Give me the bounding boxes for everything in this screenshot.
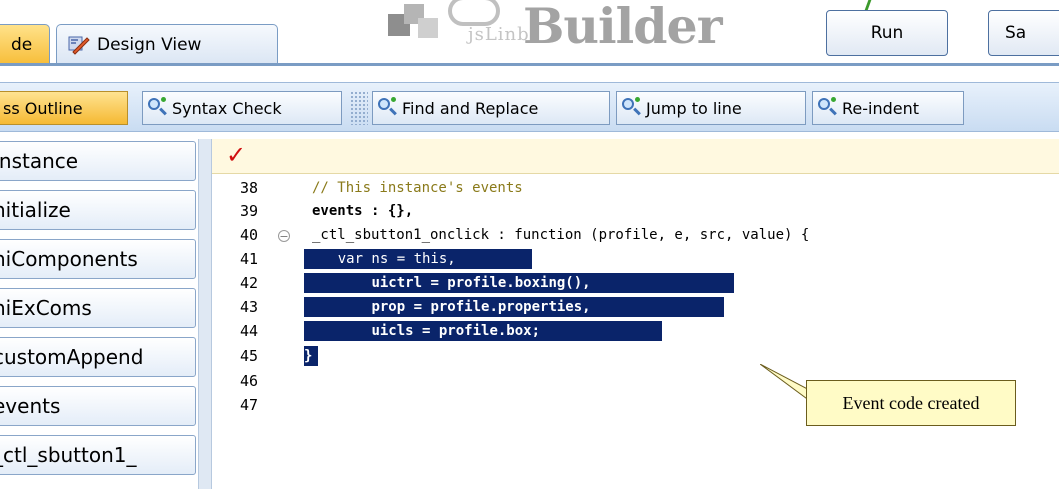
tab-strip-border xyxy=(0,63,1059,66)
code-line-42: uictrl = profile.boxing(), xyxy=(304,273,734,293)
class-outline-button[interactable]: ss Outline xyxy=(0,91,128,125)
outline-item-components[interactable]: niComponents xyxy=(0,239,196,279)
search-icon xyxy=(377,97,399,119)
tab-source-label: de xyxy=(11,34,33,55)
code-line-38: // This instance's events xyxy=(312,180,523,196)
code-line-41: var ns = this, xyxy=(304,249,532,269)
checkmark-icon: ✓ xyxy=(226,141,247,169)
line-number: 40 xyxy=(240,226,259,244)
syntax-status-bar: ✓ xyxy=(212,139,1059,174)
save-button-label: Sa xyxy=(1005,23,1027,43)
panel-splitter[interactable] xyxy=(198,139,212,489)
outline-item-instance[interactable]: Instance xyxy=(0,141,196,181)
syntax-check-label: Syntax Check xyxy=(172,98,282,118)
line-number: 44 xyxy=(240,322,259,340)
jump-to-line-label: Jump to line xyxy=(646,98,742,118)
outline-item-label: Instance xyxy=(0,149,79,173)
outline-item-label: nitialize xyxy=(0,198,71,222)
tab-source-code[interactable]: de xyxy=(0,24,50,64)
re-indent-label: Re-indent xyxy=(842,98,920,118)
callout-note: Event code created xyxy=(806,380,1016,426)
search-icon xyxy=(817,97,839,119)
logo-mark-icon xyxy=(388,0,440,44)
jump-to-line-button[interactable]: Jump to line xyxy=(616,91,806,125)
line-number: 41 xyxy=(240,250,259,268)
editor-toolbar: ss Outline Syntax Check Find and Replace… xyxy=(0,82,1059,132)
logo-big-text: Builder xyxy=(523,0,723,55)
line-number: 42 xyxy=(240,274,259,292)
code-line-40: _ctl_sbutton1_onclick : function (profil… xyxy=(312,227,810,243)
class-outline-label: ss Outline xyxy=(3,98,83,118)
code-editor[interactable]: ✓ 38 39 40 41 42 43 44 45 46 47 − // Thi… xyxy=(212,139,1059,489)
run-button[interactable]: Run xyxy=(826,10,948,56)
logo-ring-icon xyxy=(448,0,500,26)
line-number: 39 xyxy=(240,202,259,220)
outline-item-events[interactable]: events xyxy=(0,386,196,426)
outline-item-label: _ctl_sbutton1_ xyxy=(0,443,137,467)
code-line-44: uicls = profile.box; xyxy=(304,321,662,341)
outline-item-onclick[interactable]: _ctl_sbutton1_ xyxy=(0,435,196,475)
fold-toggle-icon[interactable]: − xyxy=(278,230,290,242)
line-number: 47 xyxy=(240,396,259,414)
tab-design-label: Design View xyxy=(97,34,202,55)
outline-item-label: niExComs xyxy=(0,296,92,320)
find-replace-button[interactable]: Find and Replace xyxy=(372,91,610,125)
line-number: 38 xyxy=(240,179,259,197)
outline-item-label: customAppend xyxy=(0,345,144,369)
design-view-icon xyxy=(67,34,91,56)
line-number: 46 xyxy=(240,372,259,390)
outline-item-label: niComponents xyxy=(0,247,138,271)
find-replace-label: Find and Replace xyxy=(402,98,539,118)
outline-item-append[interactable]: customAppend xyxy=(0,337,196,377)
outline-item-initialize[interactable]: nitialize xyxy=(0,190,196,230)
run-button-label: Run xyxy=(870,23,904,43)
tab-design-view[interactable]: Design View xyxy=(56,24,278,64)
toolbar-grip[interactable] xyxy=(350,91,368,125)
line-number: 45 xyxy=(240,347,259,365)
class-outline-list: Instance nitialize niComponents niExComs… xyxy=(0,139,198,489)
search-icon xyxy=(621,97,643,119)
callout-text: Event code created xyxy=(842,392,980,413)
logo-small-text: jsLinb xyxy=(468,24,530,45)
syntax-check-button[interactable]: Syntax Check xyxy=(142,91,342,125)
search-icon xyxy=(147,97,169,119)
line-number: 43 xyxy=(240,298,259,316)
re-indent-button[interactable]: Re-indent xyxy=(812,91,964,125)
code-line-43: prop = profile.properties, xyxy=(304,297,724,317)
outline-item-label: events xyxy=(0,394,61,418)
code-line-39: events : {}, xyxy=(312,203,414,219)
save-button[interactable]: Sa xyxy=(988,10,1059,56)
top-bar: de Design View jsLinb Builder Run Sa xyxy=(0,0,1059,78)
code-line-45: } xyxy=(304,346,318,366)
outline-item-excoms[interactable]: niExComs xyxy=(0,288,196,328)
